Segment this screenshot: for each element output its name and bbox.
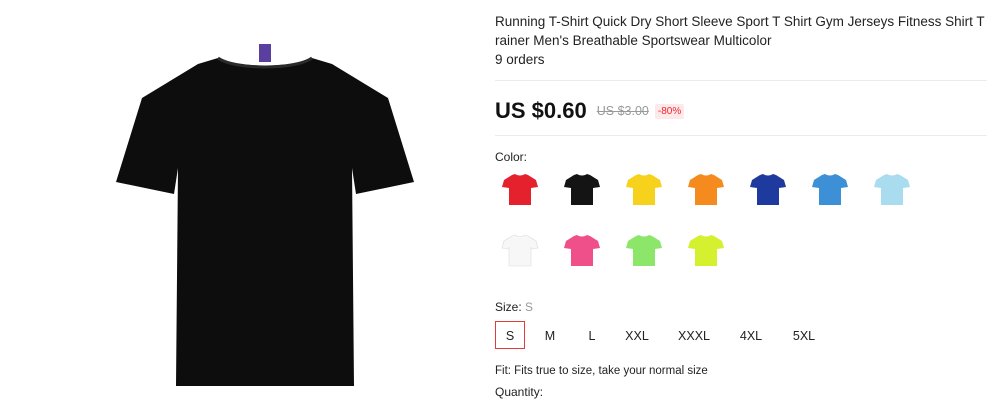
black-tshirt-image: [116, 44, 414, 386]
color-swatch[interactable]: [619, 164, 669, 214]
product-title: Running T-Shirt Quick Dry Short Sleeve S…: [495, 14, 985, 48]
navy-tshirt-icon: [750, 174, 786, 205]
color-swatch[interactable]: [557, 164, 607, 214]
label-tag-icon: [259, 44, 271, 62]
pink-tshirt-icon: [564, 235, 600, 266]
size-label-text: Size:: [495, 300, 522, 314]
current-price: US $0.60: [495, 98, 587, 123]
color-swatch[interactable]: [681, 164, 731, 214]
size-option-xxl[interactable]: XXL: [617, 321, 657, 349]
size-option-xxxl[interactable]: XXXL: [671, 321, 717, 349]
size-option-l[interactable]: L: [578, 321, 606, 349]
color-label: Color:: [495, 150, 528, 164]
size-option-4xl[interactable]: 4XL: [730, 321, 772, 349]
price-row: US $0.60 US $3.00 -80%: [495, 97, 685, 125]
selected-size-text: S: [525, 300, 534, 314]
color-swatch[interactable]: [805, 164, 855, 214]
light-blue-tshirt-icon: [874, 174, 910, 205]
fit-note: Fit: Fits true to size, take your normal…: [495, 365, 708, 377]
color-swatch[interactable]: [557, 225, 607, 275]
discount-badge: -80%: [654, 103, 685, 119]
red-tshirt-icon: [502, 174, 538, 205]
divider: [495, 80, 987, 81]
color-swatch[interactable]: [619, 225, 669, 275]
orange-tshirt-icon: [688, 174, 724, 205]
size-label: Size: S: [495, 300, 533, 314]
color-swatch[interactable]: [681, 225, 731, 275]
color-swatch[interactable]: [743, 164, 793, 214]
color-swatch[interactable]: [495, 164, 545, 214]
divider: [495, 135, 987, 136]
original-price: US $3.00: [596, 104, 649, 118]
white-tshirt-icon: [501, 234, 539, 267]
color-swatch[interactable]: [495, 225, 545, 275]
size-option-s[interactable]: S: [495, 321, 525, 349]
yellow-tshirt-icon: [626, 174, 662, 205]
blue-tshirt-icon: [812, 174, 848, 205]
product-main-image[interactable]: [110, 36, 420, 392]
size-option-m[interactable]: M: [533, 321, 567, 349]
quantity-label: Quantity:: [495, 385, 544, 399]
lime-tshirt-icon: [688, 235, 724, 266]
green-tshirt-icon: [626, 235, 662, 266]
black-tshirt-icon: [564, 174, 600, 205]
order-count: 9 orders: [495, 52, 545, 67]
size-option-5xl[interactable]: 5XL: [782, 321, 826, 349]
color-swatch[interactable]: [867, 164, 917, 214]
